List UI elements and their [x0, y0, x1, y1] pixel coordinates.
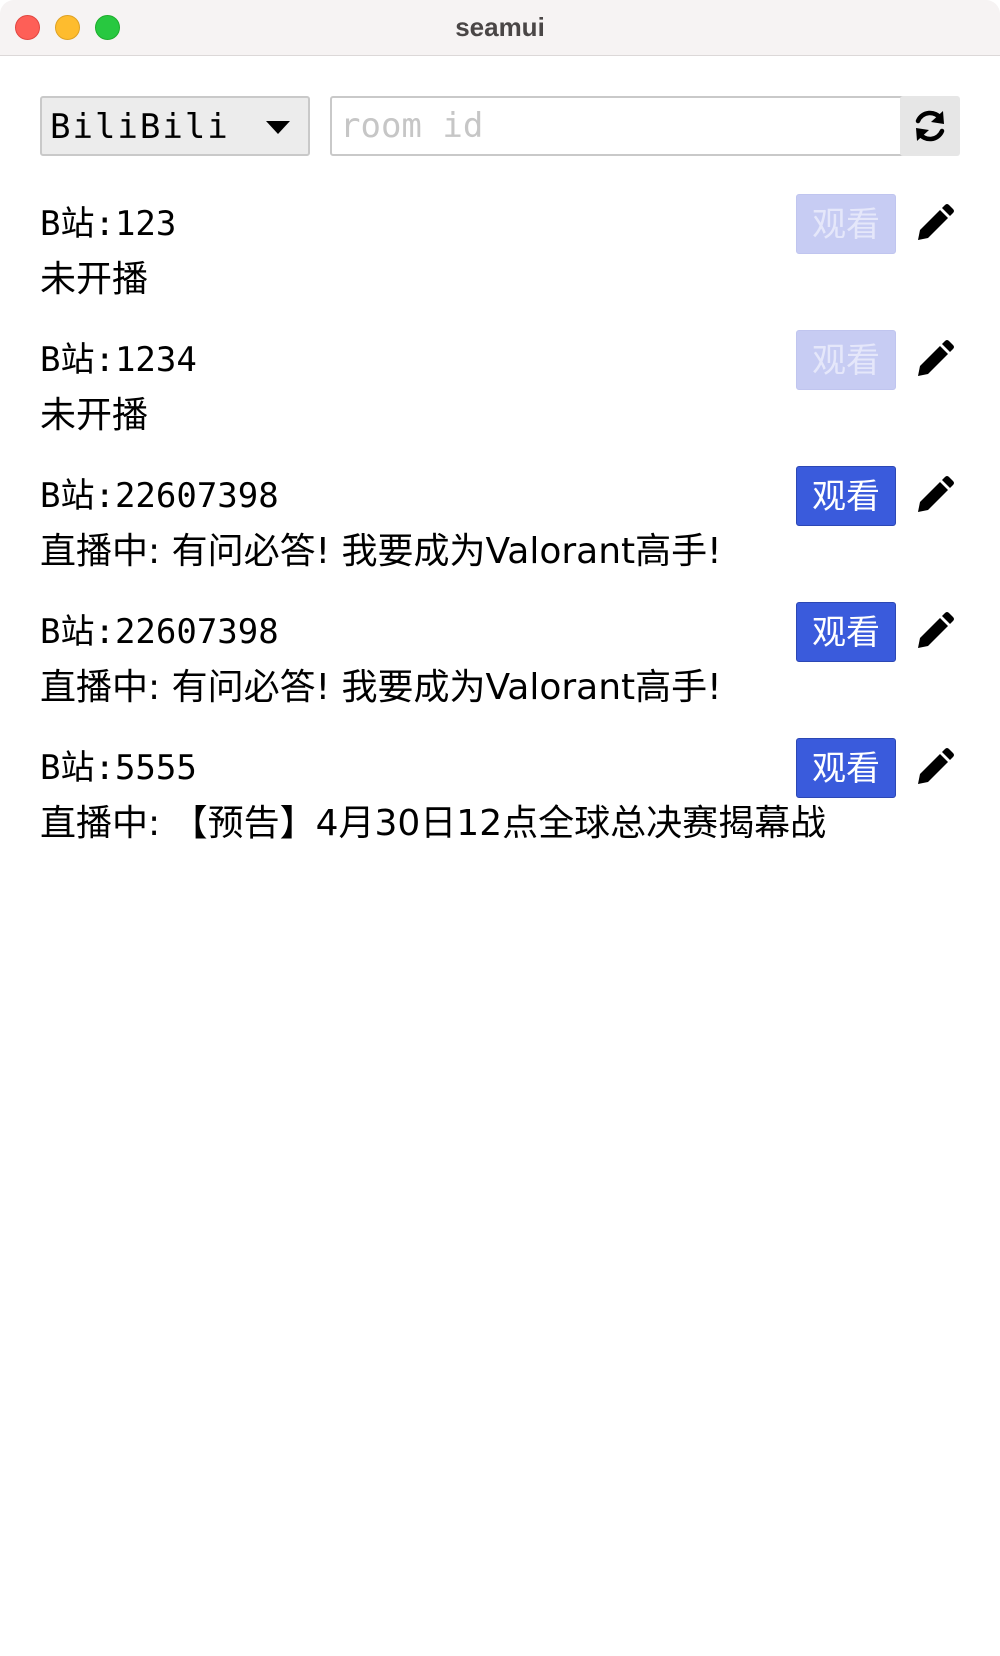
watch-button[interactable]: 观看: [796, 194, 896, 254]
pencil-icon[interactable]: [912, 202, 956, 246]
room-id-input[interactable]: [330, 96, 920, 156]
room-name: B站:22607398: [40, 612, 279, 652]
title-bar[interactable]: seamui: [0, 0, 1000, 56]
room-item: B站:22607398 直播中: 有问必答! 我要成为Valorant高手! 观…: [40, 602, 960, 738]
room-list: B站:123 未开播 观看 B站:1234 未开播 观看 B站:22607398…: [40, 194, 960, 874]
room-item: B站:5555 直播中: 【预告】4月30日12点全球总决赛揭幕战 观看: [40, 738, 960, 874]
room-status: 未开播: [40, 259, 149, 300]
platform-select-value: BiliBili: [50, 107, 230, 147]
room-status: 直播中: 有问必答! 我要成为Valorant高手!: [40, 531, 722, 572]
room-status: 未开播: [40, 395, 149, 436]
pencil-icon[interactable]: [912, 338, 956, 382]
toolbar: BiliBili: [40, 96, 960, 156]
room-item: B站:22607398 直播中: 有问必答! 我要成为Valorant高手! 观…: [40, 466, 960, 602]
room-name: B站:22607398: [40, 476, 279, 516]
room-status: 直播中: 有问必答! 我要成为Valorant高手!: [40, 667, 722, 708]
room-status: 直播中: 【预告】4月30日12点全球总决赛揭幕战: [40, 803, 827, 844]
platform-select[interactable]: BiliBili: [40, 96, 310, 156]
room-item: B站:1234 未开播 观看: [40, 330, 960, 466]
window-title: seamui: [455, 12, 545, 42]
refresh-icon: [915, 110, 945, 142]
watch-button[interactable]: 观看: [796, 330, 896, 390]
watch-button[interactable]: 观看: [796, 466, 896, 526]
pencil-icon[interactable]: [912, 474, 956, 518]
refresh-button[interactable]: [900, 96, 960, 156]
room-item: B站:123 未开播 观看: [40, 194, 960, 330]
pencil-icon[interactable]: [912, 746, 956, 790]
room-name: B站:5555: [40, 748, 197, 788]
watch-button[interactable]: 观看: [796, 738, 896, 798]
pencil-icon[interactable]: [912, 610, 956, 654]
room-name: B站:1234: [40, 340, 197, 380]
app-window: seamui BiliBili B站:123 未开播 观看: [0, 0, 1000, 1656]
room-name: B站:123: [40, 204, 177, 244]
chevron-down-icon: [266, 121, 290, 134]
watch-button[interactable]: 观看: [796, 602, 896, 662]
